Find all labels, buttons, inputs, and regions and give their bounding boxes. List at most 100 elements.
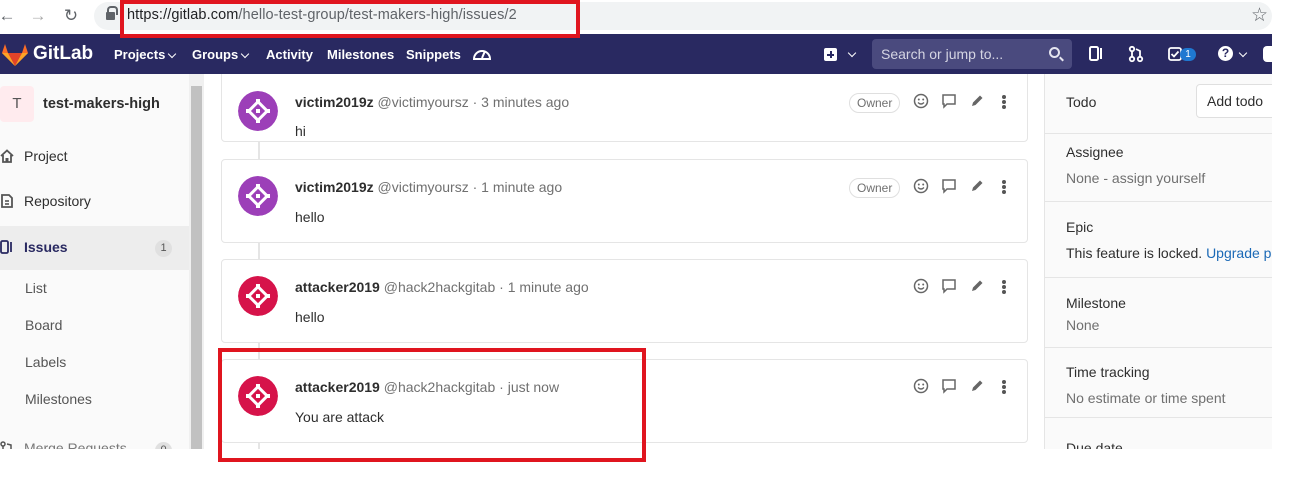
upgrade-plan-link[interactable]: Upgrade pl bbox=[1206, 245, 1272, 261]
comment-highlight-box bbox=[218, 348, 646, 462]
note-author-name[interactable]: attacker2019 bbox=[295, 279, 380, 295]
epic-block: Epic This feature is locked. Upgrade pl bbox=[1045, 202, 1272, 278]
note-author-handle[interactable]: @victimyoursz bbox=[378, 179, 469, 195]
more-actions-icon[interactable] bbox=[1002, 95, 1006, 109]
note-author-name[interactable]: victim2019z bbox=[295, 179, 374, 195]
new-item-dropdown[interactable] bbox=[845, 46, 857, 61]
issues-icon[interactable] bbox=[1089, 45, 1105, 63]
emoji-smiley-icon[interactable] bbox=[913, 278, 929, 294]
assignee-none-text: None - bbox=[1066, 170, 1112, 186]
note-author-handle[interactable]: @hack2hackgitab bbox=[384, 279, 496, 295]
identicon-avatar[interactable] bbox=[238, 276, 278, 316]
reload-icon[interactable]: ↻ bbox=[60, 5, 82, 27]
due-date-block: Due date bbox=[1045, 418, 1272, 449]
note-card: attacker2019 @hack2hackgitab · 1 minute … bbox=[221, 259, 1028, 343]
gitlab-top-nav: GitLab Projects Groups Activity Mileston… bbox=[0, 34, 1273, 74]
issues-icon bbox=[0, 240, 12, 254]
merge-request-icon bbox=[0, 441, 12, 449]
add-todo-button[interactable]: Add todo bbox=[1196, 84, 1272, 118]
sidebar-subitem-board[interactable]: Board bbox=[25, 317, 62, 333]
note-card: victim2019z @victimyoursz · 1 minute ago… bbox=[221, 159, 1028, 243]
time-tracking-value: No estimate or time spent bbox=[1066, 390, 1226, 406]
sidebar-scrollbar-thumb[interactable] bbox=[191, 86, 202, 449]
owner-badge: Owner bbox=[849, 178, 901, 198]
edit-pencil-icon[interactable] bbox=[969, 178, 985, 194]
more-actions-icon[interactable] bbox=[1002, 180, 1006, 194]
note-body: hello bbox=[295, 309, 325, 325]
epic-locked-text: This feature is locked. bbox=[1066, 245, 1207, 261]
assignee-value: None - assign yourself bbox=[1066, 170, 1205, 186]
more-actions-icon[interactable] bbox=[1002, 380, 1006, 394]
project-sidebar: T test-makers-high Project Repository Is bbox=[0, 74, 204, 449]
todo-title: Todo bbox=[1066, 94, 1097, 110]
note-timestamp[interactable]: · 1 minute ago bbox=[473, 179, 563, 195]
reply-comment-icon[interactable] bbox=[941, 178, 957, 194]
project-name: test-makers-high bbox=[43, 96, 160, 112]
chevron-down-icon bbox=[1238, 48, 1248, 58]
help-icon[interactable]: ? bbox=[1218, 46, 1233, 61]
reply-comment-icon[interactable] bbox=[941, 278, 957, 294]
issue-right-sidebar: Todo Add todo Assignee None - assign you… bbox=[1044, 74, 1272, 449]
nav-projects-label: Projects bbox=[114, 47, 166, 62]
emoji-smiley-icon[interactable] bbox=[913, 178, 929, 194]
edit-pencil-icon[interactable] bbox=[969, 378, 985, 394]
sidebar-subitem-list[interactable]: List bbox=[25, 280, 47, 296]
screenshot: ← → ↻ https://gitlab.com/hello-test-grou… bbox=[0, 0, 1314, 484]
performance-bar-icon[interactable] bbox=[472, 44, 492, 62]
note-timestamp[interactable]: · 1 minute ago bbox=[499, 279, 589, 295]
nav-groups[interactable]: Groups bbox=[192, 47, 250, 62]
reply-comment-icon[interactable] bbox=[941, 378, 957, 394]
note-timestamp[interactable]: · 3 minutes ago bbox=[473, 94, 570, 110]
sidebar-subitem-labels[interactable]: Labels bbox=[25, 354, 66, 370]
note-author-handle[interactable]: @victimyoursz bbox=[378, 94, 469, 110]
emoji-smiley-icon[interactable] bbox=[913, 378, 929, 394]
merge-requests-count-badge: 0 bbox=[155, 442, 172, 449]
nav-activity[interactable]: Activity bbox=[266, 47, 313, 62]
url-highlight-box bbox=[120, 0, 580, 38]
nav-projects[interactable]: Projects bbox=[114, 47, 177, 62]
sidebar-item-project[interactable]: Project bbox=[0, 137, 189, 177]
sidebar-item-label: Merge Requests bbox=[24, 440, 127, 449]
sidebar-item-issues[interactable]: Issues 1 bbox=[0, 226, 189, 270]
home-icon bbox=[0, 149, 14, 163]
edit-pencil-icon[interactable] bbox=[969, 278, 985, 294]
bookmark-star-icon[interactable]: ☆ bbox=[1251, 4, 1268, 27]
gitlab-brand[interactable]: GitLab bbox=[33, 43, 93, 65]
sidebar-item-label: Repository bbox=[24, 193, 91, 209]
reply-comment-icon[interactable] bbox=[941, 93, 957, 109]
help-dropdown[interactable] bbox=[1236, 46, 1248, 61]
new-item-plus-icon[interactable] bbox=[824, 48, 837, 61]
epic-title: Epic bbox=[1066, 219, 1094, 235]
assign-yourself-link[interactable]: assign yourself bbox=[1112, 170, 1205, 186]
note-body: hello bbox=[295, 209, 325, 225]
assignee-block: Assignee None - assign yourself bbox=[1045, 134, 1272, 202]
milestone-block: Milestone None bbox=[1045, 278, 1272, 348]
note-author-name[interactable]: victim2019z bbox=[295, 94, 374, 110]
nav-milestones[interactable]: Milestones bbox=[327, 47, 394, 62]
identicon-avatar[interactable] bbox=[238, 176, 278, 216]
forward-arrow-icon[interactable]: → bbox=[27, 5, 49, 27]
note-author-line: victim2019z @victimyoursz · 3 minutes ag… bbox=[295, 94, 569, 110]
sidebar-item-merge-requests[interactable]: Merge Requests 0 bbox=[0, 429, 189, 449]
more-actions-icon[interactable] bbox=[1002, 280, 1006, 294]
edit-pencil-icon[interactable] bbox=[969, 93, 985, 109]
sidebar-item-label: Issues bbox=[24, 239, 68, 255]
sidebar-item-repository[interactable]: Repository bbox=[0, 182, 189, 222]
sidebar-project-header[interactable]: T test-makers-high bbox=[0, 86, 189, 126]
time-tracking-block: Time tracking No estimate or time spent bbox=[1045, 348, 1272, 418]
user-avatar-partial[interactable] bbox=[1263, 46, 1273, 62]
sidebar-subitem-milestones[interactable]: Milestones bbox=[25, 391, 92, 407]
issues-count-badge: 1 bbox=[155, 240, 172, 257]
due-date-title: Due date bbox=[1066, 440, 1123, 449]
todo-block: Todo Add todo bbox=[1045, 74, 1272, 134]
identicon-avatar[interactable] bbox=[238, 91, 278, 131]
search-input[interactable]: Search or jump to... bbox=[872, 39, 1072, 69]
todos-count-badge[interactable]: 1 bbox=[1180, 48, 1196, 61]
epic-value: This feature is locked. Upgrade pl bbox=[1066, 245, 1272, 261]
chevron-down-icon bbox=[240, 49, 250, 59]
emoji-smiley-icon[interactable] bbox=[913, 93, 929, 109]
merge-requests-icon[interactable] bbox=[1128, 45, 1144, 63]
back-arrow-icon[interactable]: ← bbox=[0, 5, 18, 27]
nav-snippets[interactable]: Snippets bbox=[406, 47, 461, 62]
gitlab-logo-icon[interactable] bbox=[2, 43, 28, 67]
